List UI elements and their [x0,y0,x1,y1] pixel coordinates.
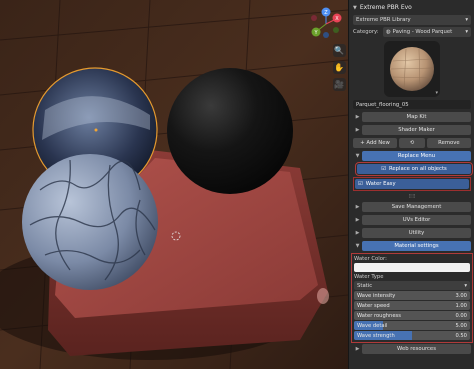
water-settings-group: Water Color: Water Type Static ▾ Wave in… [351,253,473,343]
water-type-label: Water Type [354,274,384,280]
expand-arrow-icon[interactable]: ▶ [353,114,362,120]
replace-menu-button[interactable]: Replace Menu [362,151,471,161]
material-name-field[interactable]: Parquet_flooring_05 [353,100,471,109]
water-roughness-slider[interactable]: Water roughness 0.00 [354,311,470,320]
category-value: Paving - Wood Parquet [392,29,453,35]
param-label: Water roughness [357,312,401,319]
replace-menu-section[interactable]: ▼ Replace Menu [353,151,471,161]
chevron-down-icon: ▾ [464,282,467,289]
addon-title: Extreme PBR Evo [359,4,412,11]
chevron-down-icon: ▾ [465,17,468,23]
addon-header[interactable]: ▼ Extreme PBR Evo [353,2,471,13]
water-type-value: Static [357,282,373,289]
water-easy-box: ☑ Water Easy [353,177,471,191]
gizmo-x-label: X [335,16,339,22]
chevron-down-icon[interactable]: ▾ [435,90,438,96]
param-value: 0.50 [455,332,467,339]
expand-arrow-icon[interactable]: ▶ [353,230,362,236]
utility-section[interactable]: ▶ Utility [353,228,471,238]
material-settings-section[interactable]: ▼ Material settings [353,241,471,251]
param-label: Wave intensity [357,292,396,299]
expand-arrow-icon[interactable]: ▶ [353,204,362,210]
add-new-button[interactable]: + Add New [353,138,398,148]
uvs-editor-button[interactable]: UVs Editor [362,215,471,225]
viewport-tools: 🔍 ✋ 🎥 [332,44,346,91]
checkbox-icon: ☑ [381,166,386,172]
expand-arrow-icon[interactable]: ▶ [353,346,362,352]
param-value: 5.00 [455,322,467,329]
replace-all-objects-button[interactable]: ☑ Replace on all objects [355,162,473,176]
water-easy-label: Water Easy [365,181,396,187]
camera-icon[interactable]: 🎥 [332,78,346,91]
material-thumbnail[interactable]: ▾ [384,41,440,97]
water-speed-slider[interactable]: Water speed 1.00 [354,301,470,310]
library-dropdown[interactable]: Extreme PBR Library ▾ [353,15,471,25]
remove-button[interactable]: Remove [426,138,471,148]
shader-maker-section[interactable]: ▶ Shader Maker [353,125,471,135]
library-dropdown-value: Extreme PBR Library [356,17,411,23]
scene-render: Z X Y [0,0,348,369]
collapse-arrow-icon[interactable]: ▼ [353,243,362,249]
wave-strength-slider[interactable]: Wave strength 0.50 [354,331,470,340]
wave-detail-slider[interactable]: Wave detail 5.00 [354,321,470,330]
water-color-label: Water Color: [354,256,387,262]
wood-sphere-preview [390,47,434,91]
water-easy-button[interactable]: ☑ Water Easy [355,179,469,189]
param-value: 0.00 [455,312,467,319]
category-dropdown[interactable]: ◍ Paving - Wood Parquet ▾ [383,27,471,37]
pan-hand-icon[interactable]: ✋ [332,61,346,74]
param-label: Wave detail [357,322,388,329]
param-label: Water speed [357,302,390,309]
water-type-dropdown[interactable]: Static ▾ [354,281,470,290]
water-parameters: Wave intensity 3.00 Water speed 1.00 Wat… [354,291,470,340]
param-value: 3.00 [455,292,467,299]
utility-button[interactable]: Utility [362,228,471,238]
param-value: 1.00 [455,302,467,309]
chevron-down-icon: ▾ [465,29,468,35]
drag-handle-icon[interactable]: ⠿⠿ [408,194,415,200]
material-settings-button[interactable]: Material settings [362,241,471,251]
category-icon: ◍ [386,29,391,35]
water-color-swatch[interactable] [354,263,470,272]
uvs-editor-section[interactable]: ▶ UVs Editor [353,215,471,225]
wave-intensity-slider[interactable]: Wave intensity 3.00 [354,291,470,300]
material-name: Parquet_flooring_05 [356,101,409,108]
map-kit-section[interactable]: ▶ Map Kit [353,112,471,122]
map-kit-button[interactable]: Map Kit [362,112,471,122]
category-label: Category: [353,29,379,35]
shader-maker-button[interactable]: Shader Maker [362,125,471,135]
web-resources-button[interactable]: Web resources [362,344,471,354]
checkbox-icon: ☑ [358,181,363,187]
save-management-section[interactable]: ▶ Save Management [353,202,471,212]
expand-arrow-icon[interactable]: ▶ [353,127,362,133]
zoom-icon[interactable]: 🔍 [332,44,346,57]
expand-arrow-icon[interactable]: ▶ [353,217,362,223]
gizmo-z-label: Z [324,10,328,16]
3d-viewport[interactable]: Z X Y 🔍 ✋ 🎥 [0,0,348,369]
save-management-button[interactable]: Save Management [362,202,471,212]
extreme-pbr-panel: ▼ Extreme PBR Evo Extreme PBR Library ▾ … [348,0,474,369]
collapse-triangle-icon[interactable]: ▼ [353,5,357,11]
refresh-icon[interactable]: ⟲ [399,138,425,148]
web-resources-section[interactable]: ▶ Web resources [353,344,471,354]
replace-all-label: Replace on all objects [388,166,447,172]
param-label: Wave strength [357,332,395,339]
collapse-arrow-icon[interactable]: ▼ [353,153,362,159]
